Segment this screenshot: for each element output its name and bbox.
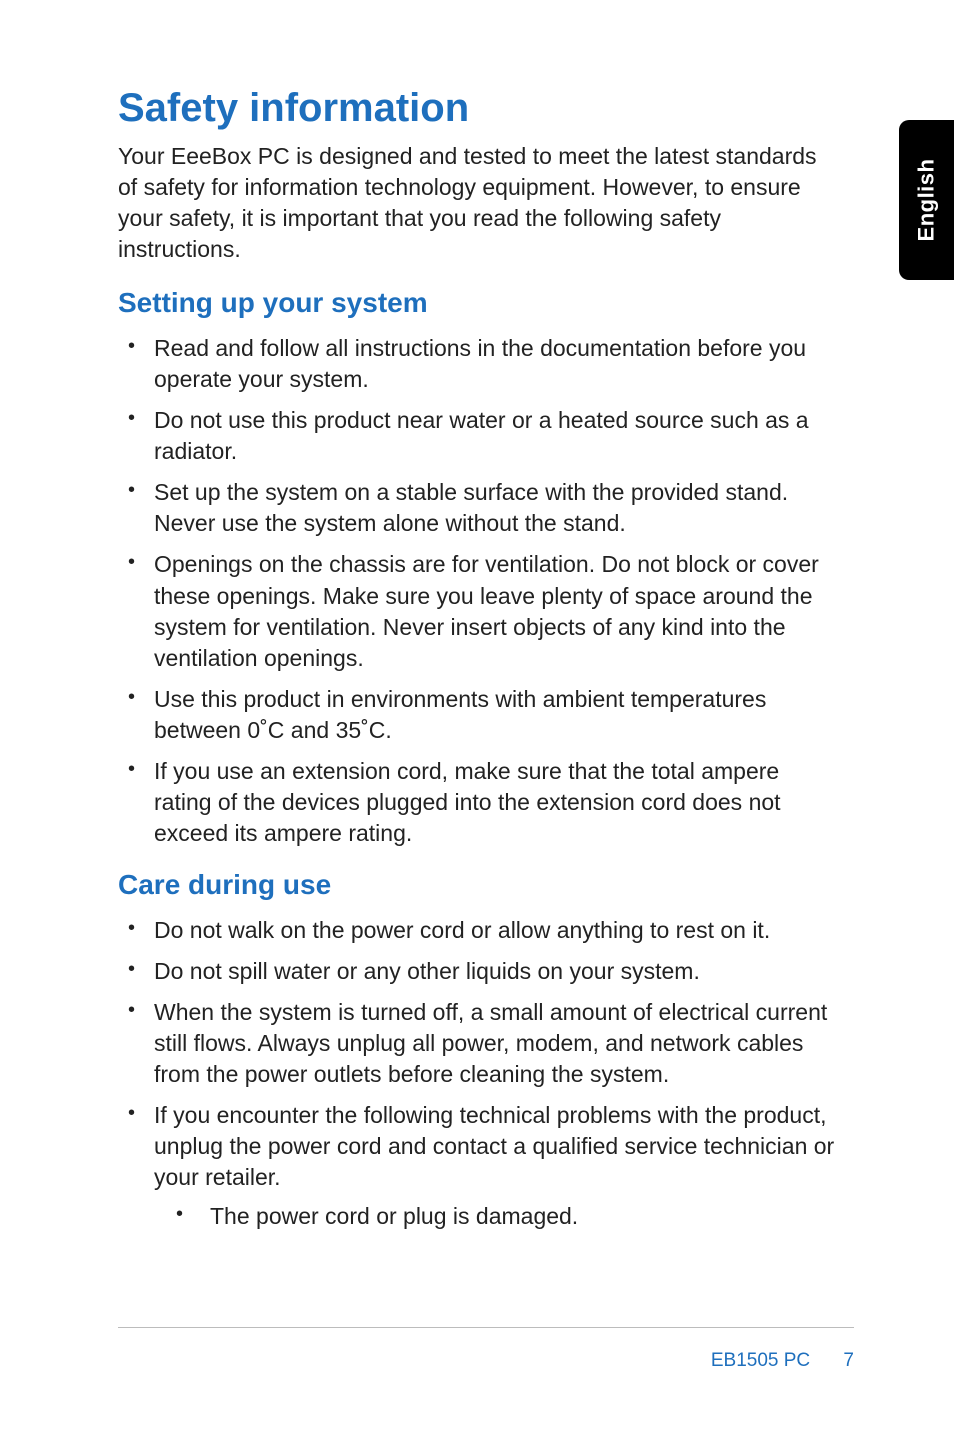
list-item: Do not spill water or any other liquids …	[118, 956, 836, 987]
page-title: Safety information	[118, 86, 836, 131]
language-tab-label: English	[914, 159, 940, 242]
list-item: Use this product in environments with am…	[118, 684, 836, 746]
footer-page-number: 7	[843, 1350, 854, 1371]
language-tab: English	[899, 120, 954, 280]
list-item: Read and follow all instructions in the …	[118, 333, 836, 395]
footer-model: EB1505 PC	[711, 1350, 810, 1371]
section-heading-setup: Setting up your system	[118, 287, 836, 319]
list-item: Do not use this product near water or a …	[118, 405, 836, 467]
care-list: Do not walk on the power cord or allow a…	[118, 915, 836, 1232]
list-item-text: If you encounter the following technical…	[154, 1102, 834, 1190]
list-item: Do not walk on the power cord or allow a…	[118, 915, 836, 946]
page-footer: EB1505 PC 7	[118, 1327, 854, 1372]
list-item: Set up the system on a stable surface wi…	[118, 477, 836, 539]
setup-list: Read and follow all instructions in the …	[118, 333, 836, 849]
list-item: If you encounter the following technical…	[118, 1100, 836, 1232]
list-item: When the system is turned off, a small a…	[118, 997, 836, 1090]
section-heading-care: Care during use	[118, 869, 836, 901]
page-container: English Safety information Your EeeBox P…	[0, 0, 954, 1438]
list-item: The power cord or plug is damaged.	[154, 1201, 836, 1232]
care-sublist: The power cord or plug is damaged.	[154, 1201, 836, 1232]
intro-paragraph: Your EeeBox PC is designed and tested to…	[118, 141, 836, 265]
list-item: If you use an extension cord, make sure …	[118, 756, 836, 849]
list-item: Openings on the chassis are for ventilat…	[118, 549, 836, 673]
